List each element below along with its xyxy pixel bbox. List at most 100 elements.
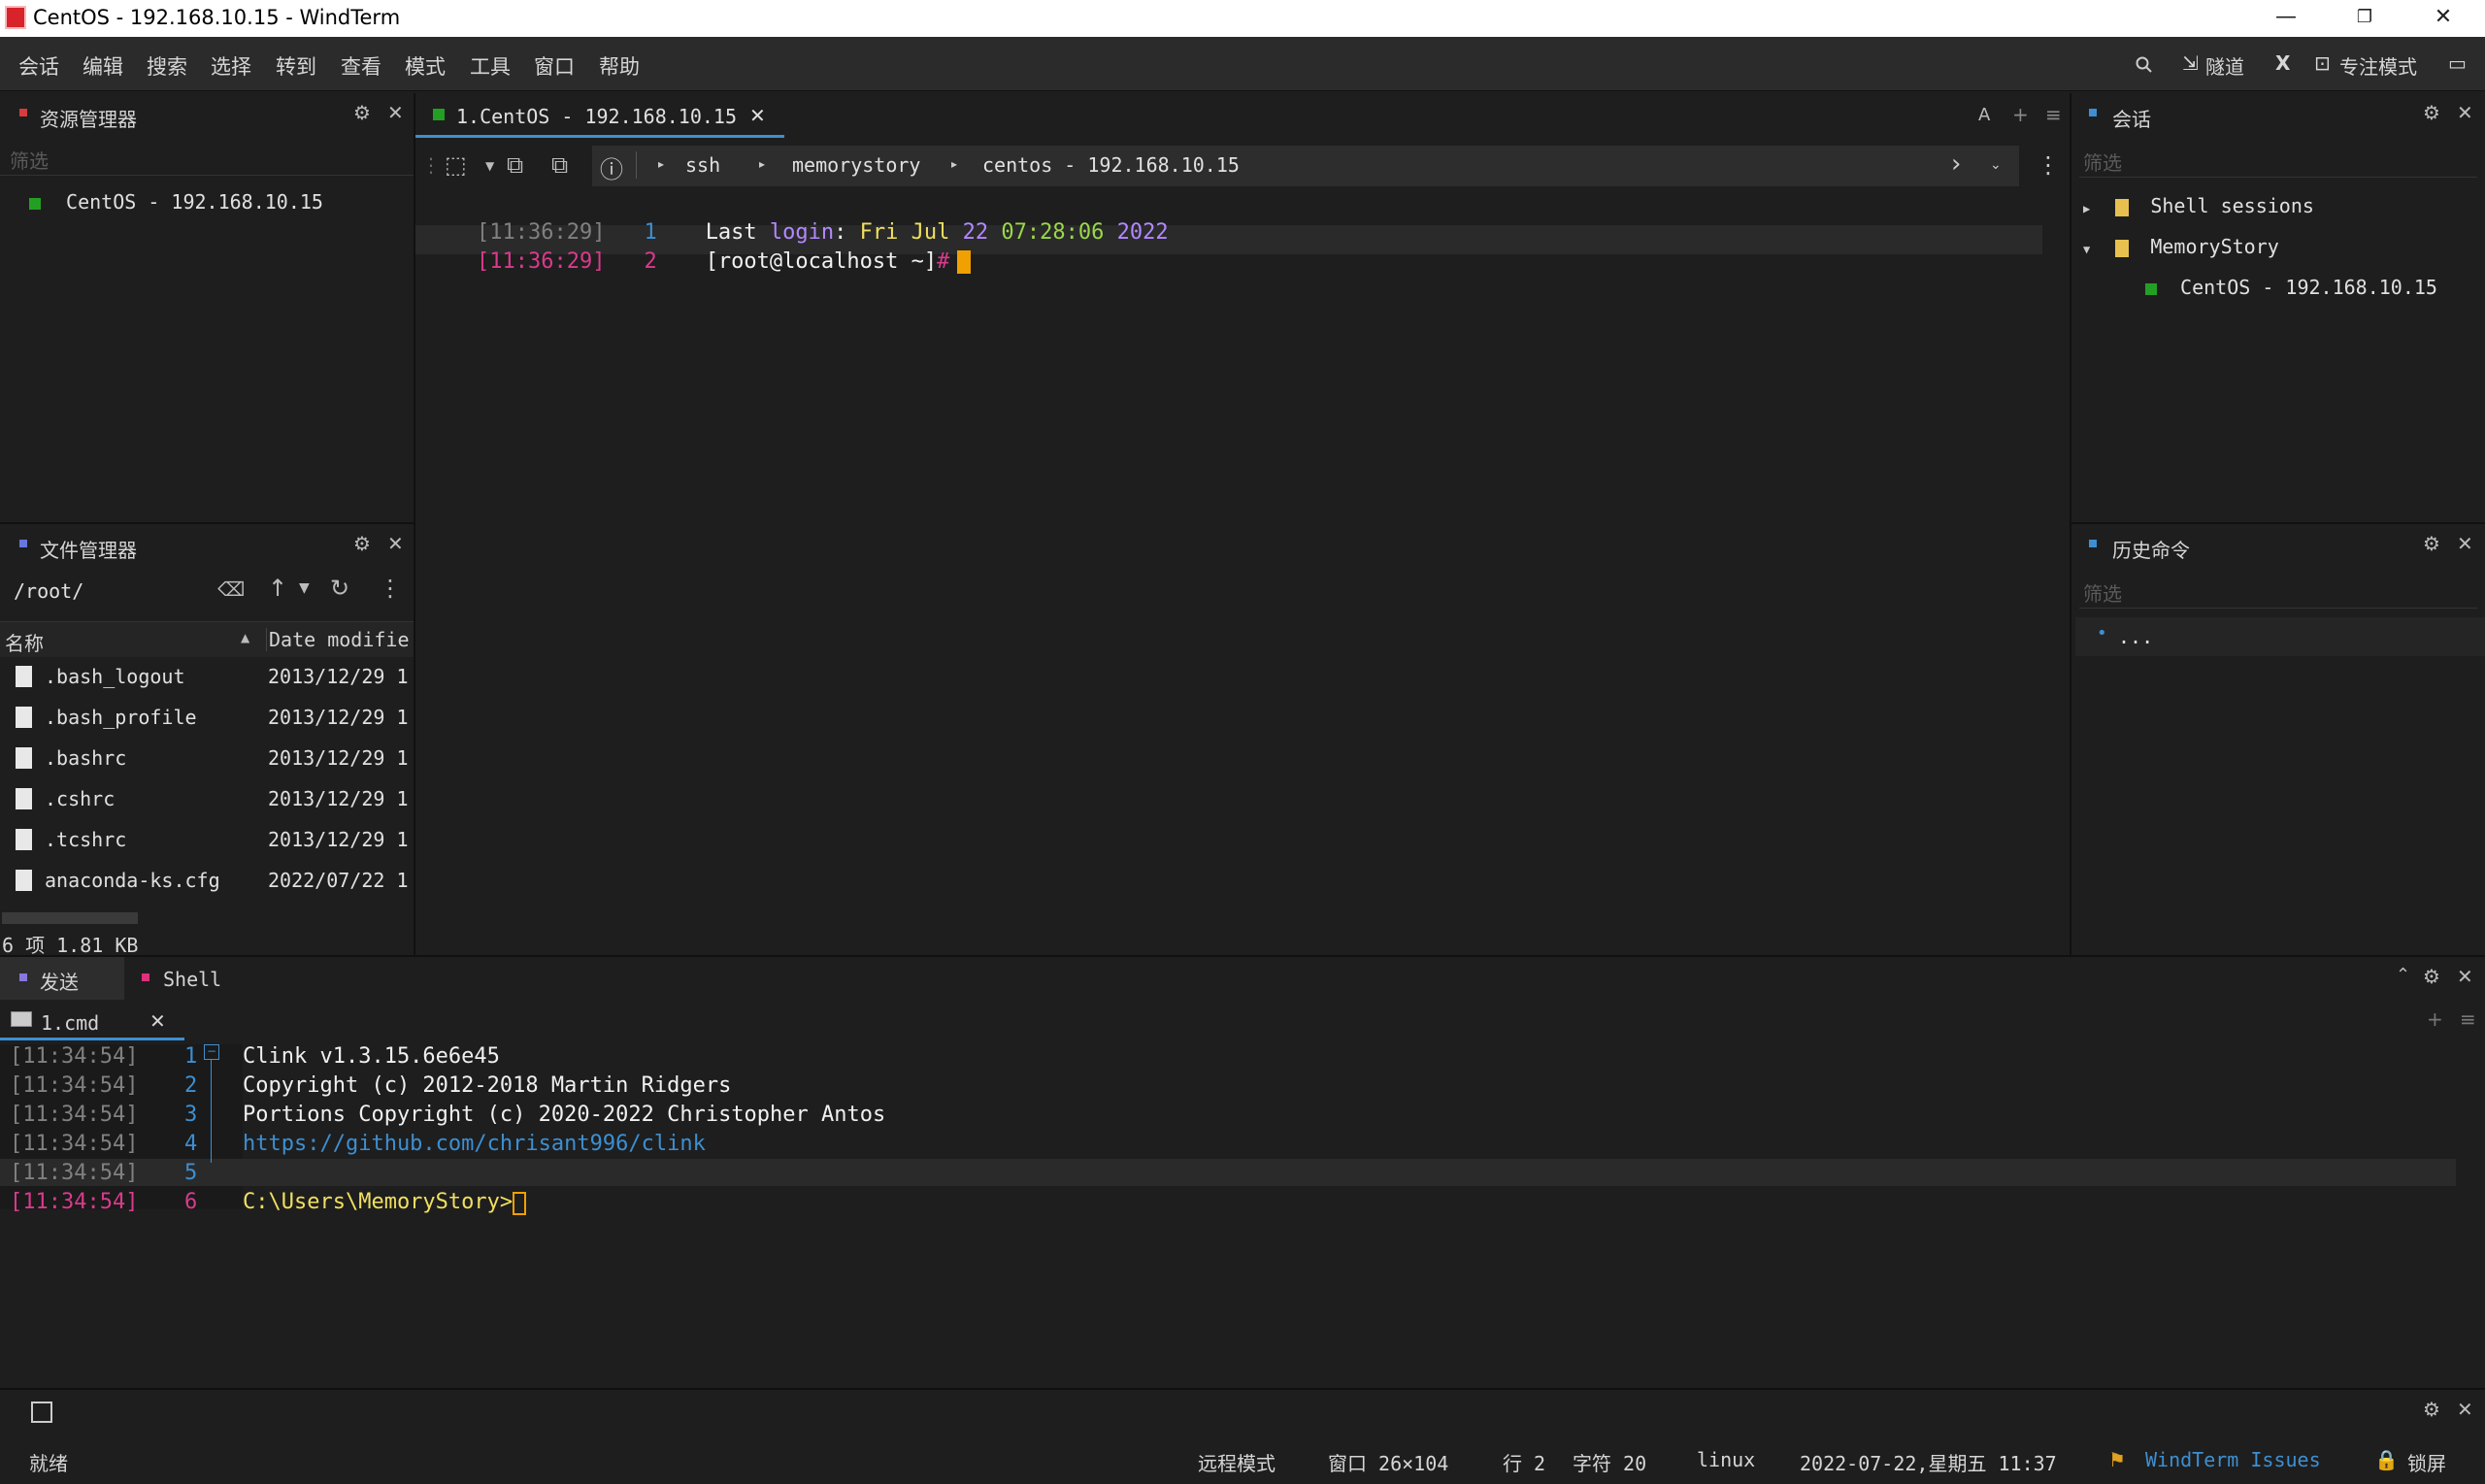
link-text[interactable]: https://github.com/chrisant996/clink <box>243 1132 706 1156</box>
close-icon[interactable]: ✕ <box>2457 965 2473 988</box>
close-window-button[interactable]: ✕ <box>2402 0 2485 37</box>
x-button[interactable]: X <box>2275 51 2290 75</box>
file-row[interactable]: .cshrc 2013/12/29 1 <box>0 778 413 819</box>
chevron-up-icon[interactable]: ⌃ <box>2396 965 2410 985</box>
restore-button[interactable]: ❐ <box>2323 0 2406 37</box>
search-icon[interactable] <box>2136 56 2153 74</box>
terminal-line[interactable]: [11:34:54] 6 C:\Users\MemoryStory> <box>10 1190 526 1215</box>
file-row[interactable]: .bashrc 2013/12/29 1 <box>0 738 413 778</box>
menu-mode[interactable]: 模式 <box>405 51 446 81</box>
duplicate-session-icon[interactable]: ⧉ <box>551 151 568 179</box>
tab-menu-icon[interactable]: ≡ <box>2460 1007 2476 1031</box>
title-bar: CentOS - 192.168.10.15 - WindTerm — ❐ ✕ <box>0 0 2485 37</box>
fold-icon[interactable]: − <box>204 1044 219 1060</box>
new-session-icon[interactable]: ⬚ <box>445 151 467 179</box>
menu-edit[interactable]: 编辑 <box>83 51 123 81</box>
history-item[interactable]: • ... <box>2075 617 2485 656</box>
session-item-centos[interactable]: CentOS - 192.168.10.15 <box>2145 276 2437 299</box>
sender-icon[interactable] <box>31 1402 52 1423</box>
refresh-icon[interactable]: ↻ <box>330 575 349 602</box>
text <box>1104 220 1116 245</box>
gear-icon[interactable]: ⚙ <box>353 101 371 124</box>
menu-bar: 会话 编辑 搜索 选择 转到 查看 模式 工具 窗口 帮助 ⇲ 隧道 X ⊡ 专… <box>0 37 2485 91</box>
more-icon[interactable]: ⋮ <box>379 575 402 602</box>
sessions-filter-input[interactable]: 筛选 <box>2083 148 2122 176</box>
chevron-down-icon[interactable]: ⌄ <box>1990 157 2002 173</box>
file-row[interactable]: .tcshrc 2013/12/29 1 <box>0 819 413 860</box>
layout-icon[interactable]: ▭ <box>2448 51 2467 75</box>
close-tab-icon[interactable]: ✕ <box>149 1009 166 1033</box>
clear-path-icon[interactable]: ⌫ <box>217 577 245 601</box>
menu-select[interactable]: 选择 <box>211 51 251 81</box>
resource-filter-input[interactable]: 筛选 <box>10 146 49 174</box>
menu-view[interactable]: 查看 <box>341 51 381 81</box>
breadcrumb-ssh[interactable]: ssh <box>685 153 720 177</box>
info-icon[interactable]: ⓘ <box>600 150 623 184</box>
close-icon[interactable]: ✕ <box>2457 1398 2473 1421</box>
session-folder-memorystory[interactable]: ▼ MemoryStory <box>2083 235 2279 258</box>
breadcrumb-separator-icon: ▸ <box>759 157 766 171</box>
more-icon[interactable]: ⋮ <box>2037 151 2060 179</box>
resource-item-centos[interactable]: CentOS - 192.168.10.15 <box>29 190 323 214</box>
chevron-down-icon[interactable]: ▼ <box>2083 243 2090 256</box>
focus-mode-button[interactable]: 专注模式 <box>2339 51 2417 80</box>
issues-link[interactable]: WindTerm Issues <box>2145 1448 2321 1471</box>
gear-icon[interactable]: ⚙ <box>2423 965 2440 988</box>
chevron-right-icon[interactable]: ▶ <box>2083 202 2090 215</box>
new-tab-icon[interactable]: + <box>2012 103 2029 126</box>
resource-manager-header: 资源管理器 ⚙ ✕ <box>0 93 414 136</box>
gear-icon[interactable]: ⚙ <box>353 532 371 555</box>
close-icon[interactable]: ✕ <box>2457 532 2473 555</box>
session-folder-shell[interactable]: ▶ Shell sessions <box>2083 194 2314 217</box>
open-external-icon[interactable]: ⧉ <box>507 151 523 179</box>
tab-shell[interactable]: Shell <box>124 957 250 1000</box>
lock-icon[interactable]: 🔒 <box>2374 1448 2399 1471</box>
font-size-button[interactable]: A <box>1978 105 1990 125</box>
menu-help[interactable]: 帮助 <box>599 51 640 81</box>
file-row[interactable]: anaconda-ks.cfg 2022/07/22 1 <box>0 860 413 901</box>
file-icon <box>16 788 32 809</box>
status-mode[interactable]: 远程模式 <box>1198 1448 1276 1476</box>
menu-search[interactable]: 搜索 <box>147 51 187 81</box>
gear-icon[interactable]: ⚙ <box>2423 101 2440 124</box>
close-icon[interactable]: ✕ <box>387 532 404 555</box>
terminal-line[interactable]: [11:36:29] 2 [root@localhost ~]# <box>425 225 972 298</box>
close-tab-icon[interactable]: ✕ <box>749 104 766 127</box>
close-icon[interactable]: ✕ <box>2457 101 2473 124</box>
tunnel-button[interactable]: 隧道 <box>2205 51 2244 80</box>
gear-icon[interactable]: ⚙ <box>2423 532 2440 555</box>
breadcrumb-centos[interactable]: centos - 192.168.10.15 <box>982 153 1240 177</box>
tunnel-icon[interactable]: ⇲ <box>2182 51 2199 75</box>
menu-window[interactable]: 窗口 <box>534 51 575 81</box>
tab-menu-icon[interactable]: ≡ <box>2045 103 2062 126</box>
path-input[interactable]: /root/ <box>14 579 83 603</box>
file-row[interactable]: .bash_logout 2013/12/29 1 <box>0 656 413 697</box>
focus-icon[interactable]: ⊡ <box>2314 51 2331 75</box>
chevron-down-icon[interactable]: ▼ <box>299 580 310 596</box>
sessions-title: 会话 <box>2112 108 2151 131</box>
drag-handle-icon[interactable]: ⋮ <box>421 153 441 177</box>
menu-session[interactable]: 会话 <box>18 51 59 81</box>
horizontal-scrollbar[interactable] <box>2 912 138 924</box>
subtab-cmd[interactable]: 1.cmd ✕ <box>0 1000 184 1040</box>
lock-screen-button[interactable]: 锁屏 <box>2407 1448 2446 1476</box>
minimize-button[interactable]: — <box>2244 0 2328 37</box>
breadcrumb-memorystory[interactable]: memorystory <box>792 153 920 177</box>
gear-icon[interactable]: ⚙ <box>2423 1398 2440 1421</box>
column-name[interactable]: 名称 <box>5 628 44 656</box>
new-tab-icon[interactable]: + <box>2427 1007 2443 1031</box>
close-icon[interactable]: ✕ <box>387 101 404 124</box>
chevron-down-icon[interactable]: ▼ <box>485 159 494 173</box>
history-filter-input[interactable]: 筛选 <box>2083 578 2122 607</box>
terminal-tab[interactable]: 1.CentOS - 192.168.10.15 ✕ <box>415 93 784 138</box>
menu-goto[interactable]: 转到 <box>276 51 316 81</box>
shell-prompt: C:\Users\MemoryStory> <box>243 1190 514 1214</box>
up-directory-icon[interactable]: ↑ <box>268 575 287 602</box>
menu-tools[interactable]: 工具 <box>470 51 511 81</box>
terminal-line: [11:34:54] 4 https://github.com/chrisant99… <box>10 1132 706 1156</box>
chevron-right-icon[interactable]: › <box>1951 149 1961 179</box>
file-row[interactable]: .bash_profile 2013/12/29 1 <box>0 697 413 738</box>
line-timestamp: [11:34:54] <box>10 1103 139 1127</box>
column-date[interactable]: Date modifie <box>266 628 410 651</box>
tab-send[interactable]: 发送 <box>0 957 124 1000</box>
